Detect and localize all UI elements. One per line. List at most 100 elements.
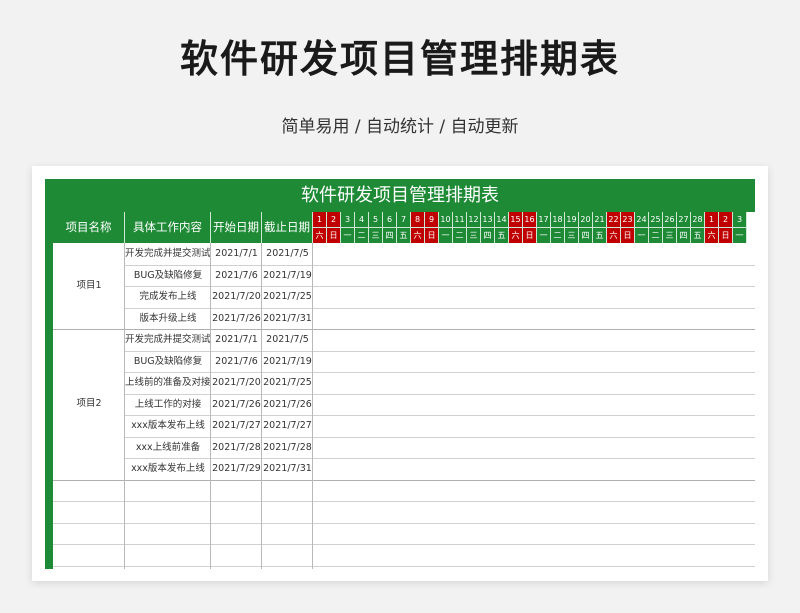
day-weekday[interactable]: 五 [691, 227, 705, 243]
day-weekday[interactable]: 六 [705, 227, 719, 243]
day-weekday[interactable]: 一 [341, 227, 355, 243]
end-date-cell[interactable]: 2021/7/25 [262, 286, 313, 308]
day-number[interactable]: 10 [439, 212, 453, 227]
start-date-cell[interactable]: 2021/7/6 [211, 351, 262, 373]
day-weekday[interactable]: 五 [495, 227, 509, 243]
task-cell[interactable]: 上线工作的对接 [125, 394, 211, 416]
day-number[interactable]: 19 [565, 212, 579, 227]
day-weekday[interactable]: 一 [733, 227, 747, 243]
day-number[interactable]: 5 [369, 212, 383, 227]
day-number[interactable]: 23 [621, 212, 635, 227]
end-date-cell[interactable]: 2021/7/25 [262, 372, 313, 394]
header-start-date[interactable]: 开始日期 [211, 212, 262, 243]
day-weekday[interactable]: 六 [509, 227, 523, 243]
day-number[interactable]: 14 [495, 212, 509, 227]
task-cell[interactable]: 版本升级上线 [125, 308, 211, 330]
task-cell[interactable]: xxx版本发布上线 [125, 415, 211, 437]
day-number[interactable]: 15 [509, 212, 523, 227]
task-cell[interactable]: BUG及缺陷修复 [125, 351, 211, 373]
day-number[interactable]: 21 [593, 212, 607, 227]
day-weekday[interactable]: 三 [663, 227, 677, 243]
day-number[interactable]: 28 [691, 212, 705, 227]
day-number[interactable]: 3 [733, 212, 747, 227]
day-weekday[interactable]: 日 [719, 227, 733, 243]
day-weekday[interactable]: 日 [523, 227, 537, 243]
day-weekday[interactable]: 二 [649, 227, 663, 243]
end-date-cell[interactable]: 2021/7/5 [262, 329, 313, 351]
start-date-cell[interactable]: 2021/7/26 [211, 308, 262, 330]
day-number[interactable]: 2 [327, 212, 341, 227]
end-date-cell[interactable]: 2021/7/27 [262, 415, 313, 437]
start-date-cell[interactable]: 2021/7/20 [211, 372, 262, 394]
day-number[interactable]: 11 [453, 212, 467, 227]
project-name-cell[interactable]: 项目1 [53, 243, 125, 329]
start-date-cell[interactable]: 2021/7/27 [211, 415, 262, 437]
day-weekday[interactable]: 三 [369, 227, 383, 243]
start-date-cell[interactable]: 2021/7/29 [211, 458, 262, 480]
day-number[interactable]: 1 [705, 212, 719, 227]
header-project[interactable]: 项目名称 [53, 212, 125, 243]
day-weekday[interactable]: 三 [467, 227, 481, 243]
day-number[interactable]: 27 [677, 212, 691, 227]
day-number[interactable]: 24 [635, 212, 649, 227]
task-cell[interactable]: 上线前的准备及对接工作 [125, 372, 211, 394]
day-weekday[interactable]: 二 [453, 227, 467, 243]
task-cell[interactable]: xxx上线前准备 [125, 437, 211, 459]
day-weekday[interactable]: 日 [621, 227, 635, 243]
day-number[interactable]: 6 [383, 212, 397, 227]
day-number[interactable]: 9 [425, 212, 439, 227]
start-date-cell[interactable]: 2021/7/20 [211, 286, 262, 308]
project-name-cell[interactable]: 项目2 [53, 329, 125, 480]
start-date-cell[interactable]: 2021/7/26 [211, 394, 262, 416]
day-number[interactable]: 7 [397, 212, 411, 227]
end-date-cell[interactable]: 2021/7/19 [262, 351, 313, 373]
day-number[interactable]: 13 [481, 212, 495, 227]
task-cell[interactable]: 开发完成并提交测试版本 [125, 329, 211, 351]
day-weekday[interactable]: 五 [397, 227, 411, 243]
header-task[interactable]: 具体工作内容 [125, 212, 211, 243]
day-weekday[interactable]: 一 [635, 227, 649, 243]
day-number[interactable]: 4 [355, 212, 369, 227]
day-weekday[interactable]: 日 [425, 227, 439, 243]
day-weekday[interactable]: 二 [551, 227, 565, 243]
day-weekday[interactable]: 四 [481, 227, 495, 243]
day-weekday[interactable]: 六 [313, 227, 327, 243]
day-number[interactable]: 22 [607, 212, 621, 227]
start-date-cell[interactable]: 2021/7/6 [211, 265, 262, 287]
day-number[interactable]: 26 [663, 212, 677, 227]
end-date-cell[interactable]: 2021/7/31 [262, 308, 313, 330]
task-cell[interactable]: xxx版本发布上线 [125, 458, 211, 480]
day-number[interactable]: 12 [467, 212, 481, 227]
task-cell[interactable]: 开发完成并提交测试版本 [125, 243, 211, 265]
day-weekday[interactable]: 二 [355, 227, 369, 243]
day-weekday[interactable]: 六 [607, 227, 621, 243]
day-weekday[interactable]: 六 [411, 227, 425, 243]
start-date-cell[interactable]: 2021/7/1 [211, 329, 262, 351]
task-cell[interactable]: BUG及缺陷修复 [125, 265, 211, 287]
end-date-cell[interactable]: 2021/7/31 [262, 458, 313, 480]
day-number[interactable]: 8 [411, 212, 425, 227]
day-number[interactable]: 17 [537, 212, 551, 227]
day-number[interactable]: 25 [649, 212, 663, 227]
end-date-cell[interactable]: 2021/7/26 [262, 394, 313, 416]
header-end-date[interactable]: 截止日期 [262, 212, 313, 243]
day-number[interactable]: 20 [579, 212, 593, 227]
day-weekday[interactable]: 一 [537, 227, 551, 243]
day-weekday[interactable]: 一 [439, 227, 453, 243]
day-number[interactable]: 3 [341, 212, 355, 227]
day-number[interactable]: 2 [719, 212, 733, 227]
day-weekday[interactable]: 日 [327, 227, 341, 243]
end-date-cell[interactable]: 2021/7/5 [262, 243, 313, 265]
day-weekday[interactable]: 三 [565, 227, 579, 243]
day-weekday[interactable]: 四 [383, 227, 397, 243]
start-date-cell[interactable]: 2021/7/28 [211, 437, 262, 459]
day-weekday[interactable]: 五 [593, 227, 607, 243]
task-cell[interactable]: 完成发布上线 [125, 286, 211, 308]
day-number[interactable]: 16 [523, 212, 537, 227]
day-number[interactable]: 1 [313, 212, 327, 227]
day-number[interactable]: 18 [551, 212, 565, 227]
day-weekday[interactable]: 四 [677, 227, 691, 243]
end-date-cell[interactable]: 2021/7/28 [262, 437, 313, 459]
start-date-cell[interactable]: 2021/7/1 [211, 243, 262, 265]
end-date-cell[interactable]: 2021/7/19 [262, 265, 313, 287]
